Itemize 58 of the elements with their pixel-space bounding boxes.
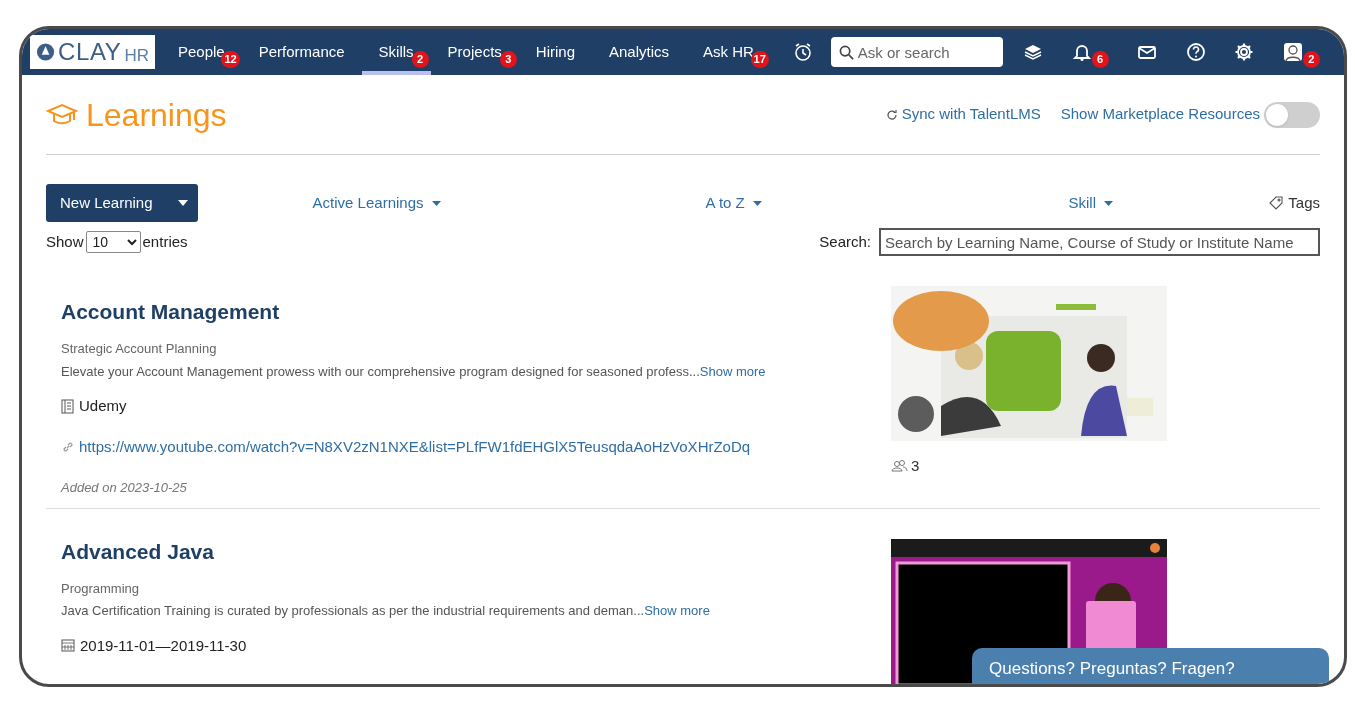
learning-url-link[interactable]: https://www.youtube.com/watch?v=N8XV2zN1NXE&list=PLfFW1fdEHGlX5TeusqdaAoHzVoXHrZoDq — [79, 435, 751, 458]
caret-icon — [431, 200, 441, 206]
added-date: Added on 2023-10-25 — [61, 479, 187, 497]
nav-tab[interactable]: Hiring — [518, 29, 592, 75]
marketplace-toggle[interactable] — [1264, 101, 1320, 128]
date-range: 2019-11-01—2019-11-30 — [80, 635, 247, 656]
nav-tab[interactable]: Projects 3 — [430, 29, 519, 75]
search-label: Search: — [819, 231, 871, 252]
avatar-icon[interactable] — [1282, 42, 1303, 62]
sync-link[interactable]: Sync with TalentLMS — [885, 103, 1041, 126]
notification-badge: 2 — [1302, 51, 1320, 68]
page-title: Learnings — [86, 95, 227, 135]
bell-icon[interactable] — [1071, 42, 1092, 62]
entries-select[interactable]: 10 — [85, 231, 141, 253]
show-more-link[interactable]: Show more — [644, 603, 710, 618]
learning-description: Elevate your Account Management prowess with our comprehensive program designed for seasoned profess...Show more — [61, 362, 766, 381]
link-icon — [61, 439, 75, 454]
logo-icon — [36, 42, 56, 62]
marketplace-label: Show Marketplace Resources — [1060, 104, 1260, 125]
nav-tab[interactable]: Analytics — [592, 29, 686, 75]
caret-icon — [178, 200, 188, 206]
nav-tab[interactable]: Performance — [241, 29, 362, 75]
people-icon — [891, 460, 908, 473]
graduation-cap-icon — [46, 102, 78, 127]
filter-dropdown[interactable]: Active Learnings — [198, 191, 556, 215]
logo[interactable]: CLAY HR — [30, 35, 155, 69]
new-learning-button[interactable]: New Learning — [46, 184, 198, 222]
settings-icon[interactable] — [1234, 42, 1255, 62]
book-icon — [61, 398, 74, 414]
learning-search-field[interactable]: Search by Learning Name, Course of Study or Institute Name — [879, 228, 1320, 256]
learning-category: Strategic Account Planning — [61, 340, 217, 358]
nav-tab[interactable]: Skills 2 — [361, 29, 431, 75]
provider-name: Udemy — [79, 396, 127, 416]
chat-widget[interactable]: Questions? Preguntas? Fragen? — [972, 648, 1329, 684]
alarm-clock-icon[interactable] — [792, 42, 813, 62]
search-field[interactable]: Ask or search — [830, 37, 1003, 67]
learning-category: Programming — [61, 579, 140, 598]
caret-icon — [752, 200, 762, 206]
logo-suffix: HR — [124, 46, 149, 64]
tags-button[interactable]: Tags — [1269, 191, 1320, 215]
notification-badge: 6 — [1091, 51, 1109, 68]
filter-dropdown[interactable]: Skill — [912, 191, 1270, 215]
help-icon[interactable] — [1185, 42, 1206, 62]
refresh-icon — [885, 108, 898, 121]
search-icon — [838, 45, 854, 60]
attendee-count: 3 — [911, 456, 920, 476]
logo-text: CLAY — [58, 40, 122, 64]
learning-title[interactable]: Account Management — [61, 299, 280, 325]
calendar-icon — [61, 639, 75, 653]
entries-label: entries — [142, 231, 188, 252]
learning-title[interactable]: Advanced Java — [61, 538, 214, 565]
layers-icon[interactable] — [1023, 42, 1044, 62]
show-label: Show — [46, 231, 84, 252]
caret-icon — [1104, 200, 1113, 206]
show-more-link[interactable]: Show more — [699, 363, 766, 379]
learning-description: Java Certification Training is curated by professionals as per the industrial requirements and deman...Show more — [61, 602, 710, 620]
filter-dropdown[interactable]: A to Z — [555, 191, 913, 215]
tag-icon — [1269, 196, 1284, 210]
